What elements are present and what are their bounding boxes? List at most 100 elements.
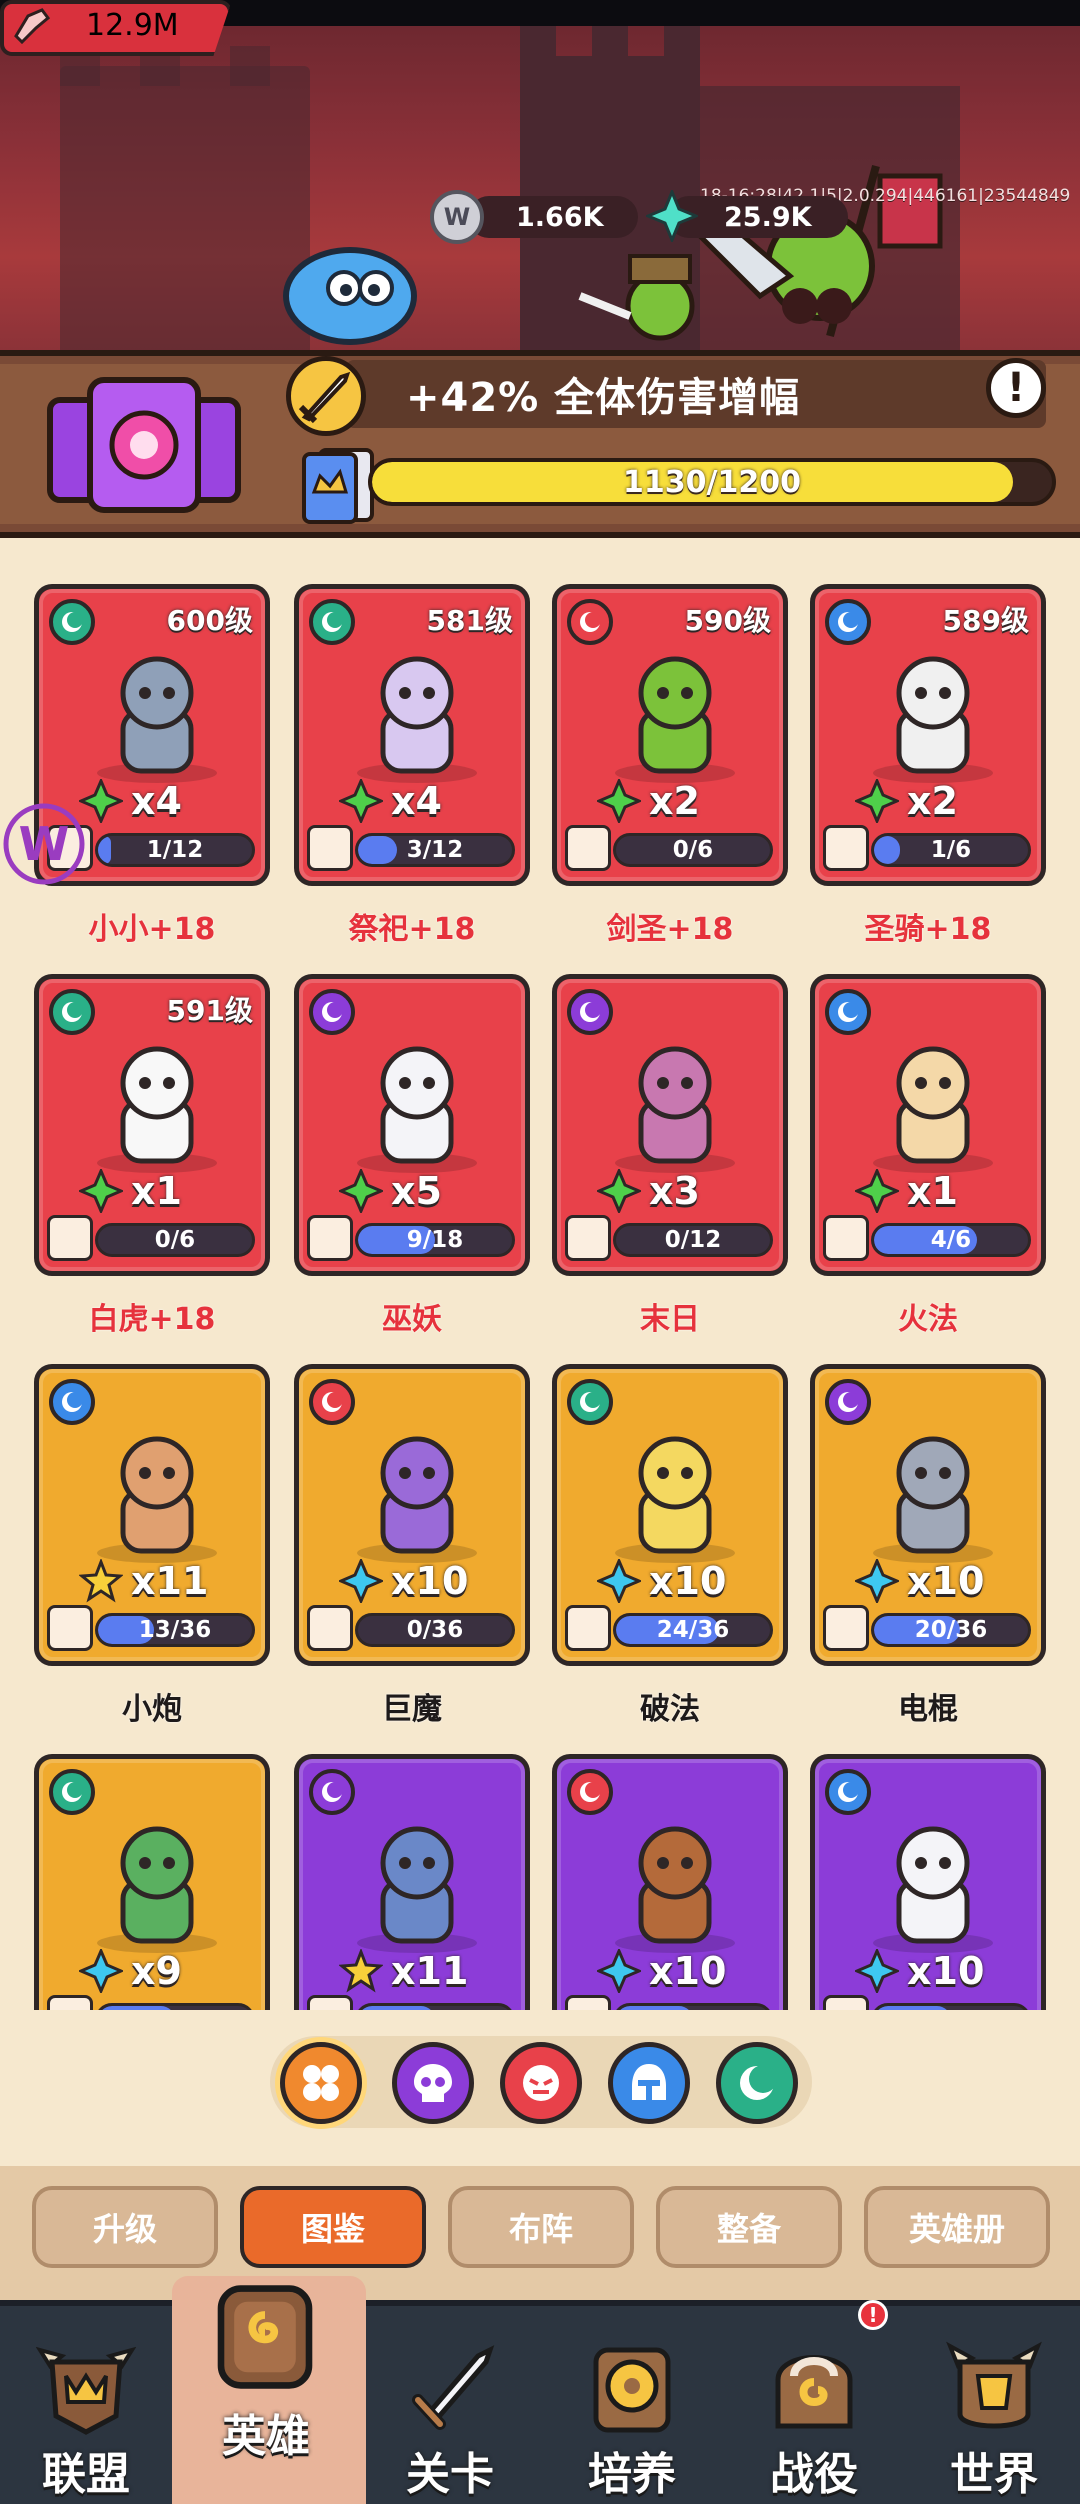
tab-formation[interactable]: 布阵 (448, 2186, 634, 2268)
coin-icon: W (430, 190, 484, 244)
skull-icon (414, 2064, 452, 2102)
filter-undead-button[interactable] (392, 2042, 474, 2124)
hero-card[interactable]: 589级 x2 1/6 (810, 584, 1046, 886)
hero-shard-progress-text: 9/18 (406, 1227, 464, 1253)
hero-shard-progress (613, 2003, 773, 2010)
green-star-icon (597, 1169, 641, 1213)
power-display: 12.9M (0, 0, 232, 56)
nature-faction-icon (49, 989, 95, 1035)
hero-level: 600级 (166, 604, 253, 637)
hero-shard-progress-text: 24/36 (656, 1617, 730, 1643)
tab-equip[interactable]: 整备 (656, 2186, 842, 2268)
nature-faction-icon (49, 1769, 95, 1815)
hero-portrait (67, 1421, 247, 1571)
hero-star-multiplier: x4 (79, 779, 182, 823)
nav-hero[interactable]: 英雄 (180, 2276, 352, 2462)
hero-card[interactable]: 591级 x1 0/6 (34, 974, 270, 1276)
hero-name: 小炮 (122, 1692, 182, 1727)
hero-star-multiplier: x2 (597, 779, 700, 823)
hero-multiplier-value: x10 (907, 1949, 985, 1993)
nav-alliance-label: 联盟 (42, 2449, 130, 2500)
hero-card[interactable]: x10 (552, 1754, 788, 2010)
hero-shard-icon (47, 1605, 93, 1651)
hero-card[interactable]: 581级 x4 3/12 (294, 584, 530, 886)
hero-star-multiplier: x1 (79, 1169, 182, 1213)
nav-hero-label: 英雄 (222, 2411, 310, 2462)
hero-portrait (843, 641, 1023, 791)
hero-shard-icon (565, 1995, 611, 2010)
hero-shard-progress-text (358, 2006, 512, 2010)
hero-card[interactable]: x11 13/36 (34, 1364, 270, 1666)
nav-world[interactable]: 世界 (908, 2330, 1080, 2500)
nature-faction-icon (309, 599, 355, 645)
world-helmet-icon (946, 2341, 1042, 2429)
hero-shard-progress: 3/12 (355, 833, 515, 867)
hero-name: 白虎+18 (88, 1302, 216, 1337)
blue-star-icon (855, 1559, 899, 1603)
hero-level: 590级 (684, 604, 771, 637)
hero-multiplier-value: x10 (649, 1949, 727, 1993)
svg-text:W: W (19, 817, 70, 871)
hero-shard-icon (307, 1605, 353, 1651)
collection-album-icon[interactable] (44, 370, 244, 520)
hero-shard-progress-text: 0/6 (672, 837, 714, 863)
knight-faction-icon (825, 1769, 871, 1815)
nav-campaign[interactable]: 战役 (728, 2330, 900, 2500)
hero-name: 电棍 (898, 1692, 958, 1727)
filter-knight-button[interactable] (608, 2042, 690, 2124)
hero-card[interactable]: 590级 x2 0/6 (552, 584, 788, 886)
hero-portrait (843, 1811, 1023, 1961)
demon-faction-icon (309, 1379, 355, 1425)
hero-multiplier-value: x10 (391, 1559, 469, 1603)
hero-card[interactable]: x1 4/6 (810, 974, 1046, 1276)
hero-shard-progress (95, 2003, 255, 2010)
hero-multiplier-value: x1 (131, 1169, 182, 1213)
hero-card[interactable]: x10 (810, 1754, 1046, 2010)
filter-all-button[interactable] (280, 2042, 362, 2124)
hero-card[interactable]: x10 0/36 (294, 1364, 530, 1666)
blue-star-icon (597, 1949, 641, 1993)
hero-star-multiplier: x10 (597, 1949, 726, 1993)
tab-codex[interactable]: 图鉴 (240, 2186, 426, 2268)
demon-face-icon (523, 2065, 559, 2101)
undead-faction-icon (309, 989, 355, 1035)
tab-upgrade[interactable]: 升级 (32, 2186, 218, 2268)
hero-card[interactable]: x10 24/36 (552, 1364, 788, 1666)
hero-card[interactable]: x3 0/12 (552, 974, 788, 1276)
hero-star-multiplier: x1 (855, 1169, 958, 1213)
nav-stage[interactable]: 关卡 (364, 2330, 536, 2500)
hero-shard-progress: 0/6 (95, 1223, 255, 1257)
hero-shard-progress: 24/36 (613, 1613, 773, 1647)
train-scroll-icon (593, 2347, 671, 2433)
hero-name: 巨魔 (382, 1692, 442, 1727)
hero-shard-progress: 1/6 (871, 833, 1031, 867)
info-button[interactable]: ! (986, 358, 1046, 418)
hero-shard-progress: 0/36 (355, 1613, 515, 1647)
green-star-icon (855, 1169, 899, 1213)
hero-card[interactable]: x5 9/18 (294, 974, 530, 1276)
filter-demon-button[interactable] (500, 2042, 582, 2124)
nav-train-label: 培养 (588, 2449, 676, 2500)
filter-nature-button[interactable] (716, 2042, 798, 2124)
nav-train[interactable]: 培养 (546, 2330, 718, 2500)
game-screen: 18-16:28|42,1|5|2.0.294|446161|23544849 … (0, 0, 1080, 2504)
hero-star-multiplier: x11 (79, 1559, 208, 1603)
nav-campaign-label: 战役 (770, 2449, 858, 2500)
coin-value: 1.66K (516, 201, 604, 233)
hero-card[interactable]: x11 (294, 1754, 530, 2010)
hero-portrait (327, 1031, 507, 1181)
hero-star-multiplier: x5 (339, 1169, 442, 1213)
hero-card[interactable]: x9 (34, 1754, 270, 2010)
nav-alliance[interactable]: 联盟 (0, 2330, 172, 2500)
tab-hero-book[interactable]: 英雄册 (864, 2186, 1050, 2268)
hero-shard-progress-text: 0/6 (154, 1227, 196, 1253)
hero-multiplier-value: x2 (907, 779, 958, 823)
hero-card[interactable]: x10 20/36 (810, 1364, 1046, 1666)
hero-portrait (67, 641, 247, 791)
hero-multiplier-value: x4 (391, 779, 442, 823)
nature-faction-icon (567, 1379, 613, 1425)
hero-multiplier-value: x11 (131, 1559, 209, 1603)
hero-shard-icon (565, 825, 611, 871)
hero-shard-progress (355, 2003, 515, 2010)
hero-shard-progress-text: 13/36 (138, 1617, 212, 1643)
